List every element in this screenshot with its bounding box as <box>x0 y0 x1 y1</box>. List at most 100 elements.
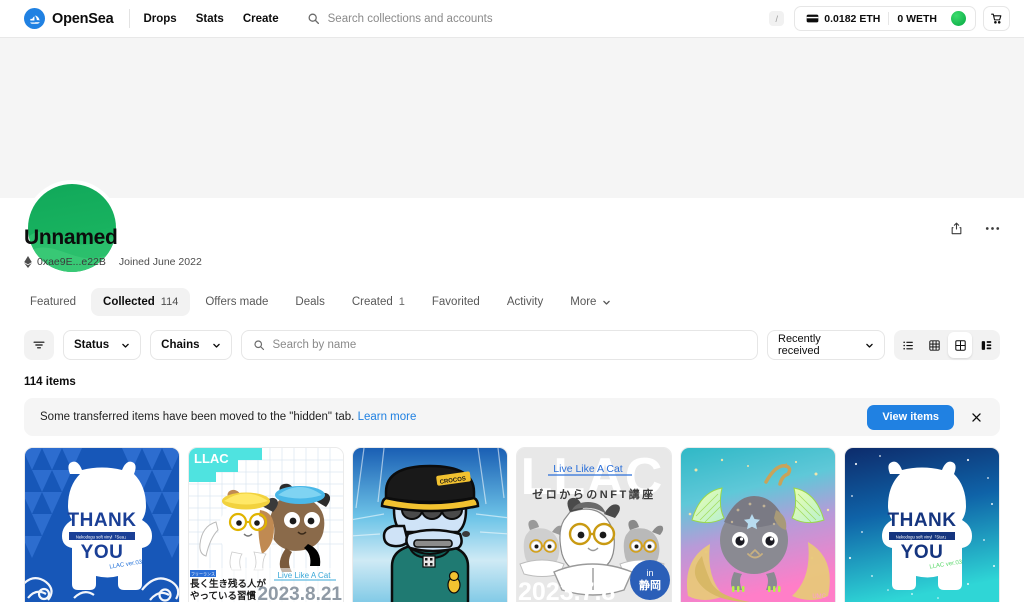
profile-meta: 0xae9E...e22B Joined June 2022 <box>24 256 1000 268</box>
svg-text:Live Like A Cat: Live Like A Cat <box>553 463 623 475</box>
notice-close-button[interactable] <box>968 409 984 425</box>
hidden-items-notice: Some transferred items have been moved t… <box>24 398 1000 436</box>
tab-featured[interactable]: Featured <box>18 288 88 316</box>
nft-card[interactable]: THANK Nekodogu soft vinyl「Sea」 YOU LLAC … <box>24 447 180 602</box>
nft-artwork-hope-winged-cat: UMC <box>681 448 835 602</box>
brand-name: OpenSea <box>52 10 114 27</box>
item-search-input[interactable]: Search by name <box>240 330 758 360</box>
nav-link-drops[interactable]: Drops <box>143 13 176 25</box>
weth-balance[interactable]: 0 WETH <box>889 13 945 25</box>
item-search-placeholder: Search by name <box>272 339 357 351</box>
chains-dropdown-label: Chains <box>161 339 200 351</box>
profile-actions <box>946 218 1002 238</box>
nft-artwork-thankyou-star: THANK Nekodogu soft vinyl「Star」 YOU LLAC… <box>845 448 999 602</box>
notice-message: Some transferred items have been moved t… <box>40 411 355 423</box>
nft-card[interactable]: THANK Nekodogu soft vinyl「Star」 YOU LLAC… <box>844 447 1000 602</box>
opensea-logo[interactable]: OpenSea <box>24 8 114 29</box>
cart-button[interactable] <box>983 6 1010 31</box>
opensea-mark-icon <box>24 8 45 29</box>
status-dropdown-label: Status <box>74 339 110 351</box>
item-count-label: 114 items <box>24 376 76 388</box>
eth-balance-label: 0.0182 ETH <box>824 12 881 25</box>
page-title: Unnamed <box>24 226 118 249</box>
close-icon <box>971 412 981 422</box>
wallet-balance-pill: 0.0182 ETH 0 WETH <box>794 6 976 31</box>
notice-text: Some transferred items have been moved t… <box>40 411 867 423</box>
eth-balance[interactable]: 0.0182 ETH <box>798 13 888 25</box>
svg-text:やっている習慣: やっている習慣 <box>190 590 257 602</box>
chevron-down-icon <box>212 343 220 348</box>
filter-toolbar: Status Chains Search by name Recently re… <box>0 316 1024 360</box>
tab-activity[interactable]: Activity <box>495 288 555 316</box>
tab-favorited-label: Favorited <box>431 296 480 308</box>
ethereum-icon <box>24 256 32 268</box>
svg-text:Nekodogu soft vinyl「Star」: Nekodogu soft vinyl「Star」 <box>896 535 949 540</box>
svg-text:UMC: UMC <box>812 594 826 600</box>
tab-created-count: 1 <box>398 296 405 308</box>
svg-text:静岡: 静岡 <box>639 578 661 592</box>
status-dropdown[interactable]: Status <box>63 330 142 360</box>
list-view-icon <box>902 340 913 350</box>
profile-info-section: Unnamed 0xae9E...e22B Joined June 2022 <box>0 198 1024 268</box>
nft-artwork-llac-three-cats: LLAC Live Like A Cat ゼロからのNFT講座 2023.7.8… <box>517 448 671 602</box>
tab-collected[interactable]: Collected 114 <box>91 288 191 316</box>
nft-artwork-llac-two-cats: LLAC フリーランス 長く生き残る人が やっている習慣 Live Like A… <box>189 448 343 602</box>
tab-more-label: More <box>570 296 597 308</box>
tab-featured-label: Featured <box>30 296 77 308</box>
tab-more[interactable]: More <box>558 288 623 316</box>
global-search-input[interactable]: Search collections and accounts <box>297 6 760 32</box>
svg-text:YOU: YOU <box>81 542 124 563</box>
nav-link-create[interactable]: Create <box>243 13 279 25</box>
svg-text:THANK: THANK <box>888 510 957 531</box>
tab-offers-made-label: Offers made <box>205 296 269 308</box>
view-mode-large-grid-button[interactable] <box>948 332 972 358</box>
more-options-button[interactable] <box>982 218 1002 238</box>
view-items-button[interactable]: View items <box>867 404 954 430</box>
svg-text:YOU: YOU <box>901 542 944 563</box>
tab-favorited[interactable]: Favorited <box>420 288 492 316</box>
view-mode-toggle <box>894 330 1000 360</box>
chains-dropdown[interactable]: Chains <box>150 330 232 360</box>
svg-text:長く生き残る人が: 長く生き残る人が <box>190 578 267 590</box>
svg-text:THANK: THANK <box>68 510 137 531</box>
wallet-icon <box>806 14 819 23</box>
global-search-placeholder: Search collections and accounts <box>327 12 493 25</box>
tab-deals[interactable]: Deals <box>283 288 336 316</box>
profile-banner <box>0 38 1024 276</box>
search-icon <box>308 13 319 25</box>
chevron-down-icon <box>603 300 611 305</box>
view-mode-list-button[interactable] <box>896 332 920 358</box>
svg-text:2023.7.8: 2023.7.8 <box>518 578 615 602</box>
ellipsis-icon <box>985 226 999 230</box>
nav-link-stats[interactable]: Stats <box>196 13 224 25</box>
svg-text:ゼロからのNFT講座: ゼロからのNFT講座 <box>532 487 655 501</box>
tab-collected-count: 114 <box>160 296 179 308</box>
top-navigation-bar: OpenSea Drops Stats Create Search collec… <box>0 0 1024 38</box>
tab-offers-made[interactable]: Offers made <box>193 288 280 316</box>
view-mode-detail-button[interactable] <box>974 332 998 358</box>
account-avatar[interactable] <box>951 11 966 26</box>
nft-artwork-thankyou-sea: THANK Nekodogu soft vinyl「Sea」 YOU LLAC … <box>25 448 179 602</box>
nft-card[interactable]: LLAC フリーランス 長く生き残る人が やっている習慣 Live Like A… <box>188 447 344 602</box>
nft-card[interactable]: UMC HOPE TOL x UMC Special Collaborati..… <box>680 447 836 602</box>
sort-dropdown[interactable]: Recently received <box>767 330 885 360</box>
svg-text:Nekodogu soft vinyl「Sea」: Nekodogu soft vinyl「Sea」 <box>76 535 128 540</box>
cart-icon <box>991 13 1002 24</box>
filter-toggle-button[interactable] <box>24 330 54 360</box>
view-mode-small-grid-button[interactable] <box>922 332 946 358</box>
search-shortcut-badge: / <box>769 11 785 26</box>
tab-created[interactable]: Created 1 <box>340 288 417 316</box>
share-button[interactable] <box>946 218 966 238</box>
nft-card[interactable]: CROCOS BONE CROCOS #001 SPACE CROCOS APP… <box>352 447 508 602</box>
tab-collected-label: Collected <box>103 296 155 308</box>
tab-created-label: Created <box>351 296 393 308</box>
notice-learn-more-link[interactable]: Learn more <box>358 411 417 423</box>
chevron-down-icon <box>122 343 129 348</box>
share-icon <box>951 222 961 234</box>
large-grid-view-icon <box>954 339 966 351</box>
detail-view-icon <box>981 340 991 350</box>
nft-card[interactable]: LLAC Live Like A Cat ゼロからのNFT講座 2023.7.8… <box>516 447 672 602</box>
nft-artwork-bone-crocos: CROCOS <box>353 448 507 602</box>
filter-icon <box>33 341 45 349</box>
wallet-address[interactable]: 0xae9E...e22B <box>37 256 106 268</box>
